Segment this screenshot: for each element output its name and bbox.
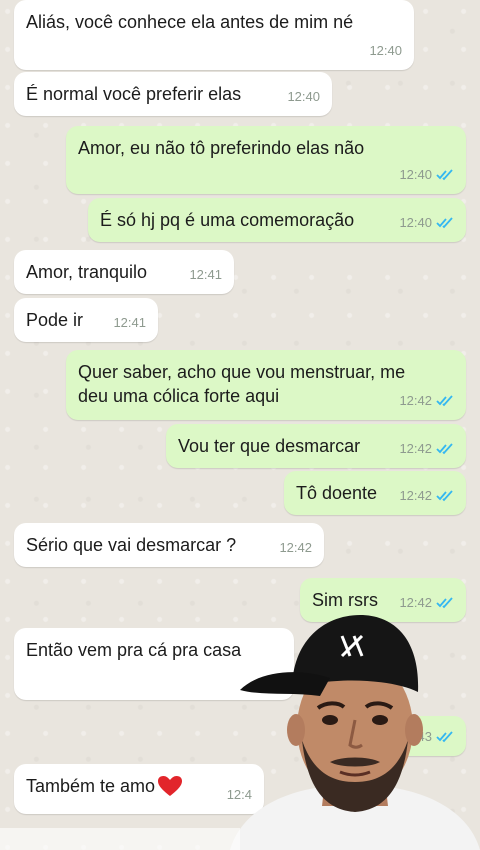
message-text: Sério que vai desmarcar ?	[26, 535, 237, 555]
message-time: 12:40	[369, 43, 402, 58]
presenter-overlay	[230, 615, 480, 850]
message-outgoing[interactable]: Vou ter que desmarcar 12:42	[166, 424, 466, 468]
message-outgoing[interactable]: Amor, eu não tô preferindo elas não 12:4…	[66, 126, 466, 194]
message-meta: 12:40	[399, 211, 454, 235]
message-time: 12:40	[287, 89, 320, 104]
message-incoming[interactable]: Sério que vai desmarcar ? 12:42	[14, 523, 324, 567]
message-meta: 12:42	[279, 536, 312, 560]
message-time: 12:42	[399, 393, 432, 408]
read-check-icon	[436, 217, 453, 229]
message-text: É normal você preferir elas	[26, 84, 242, 104]
heart-icon	[157, 775, 183, 797]
message-text: Também te amo	[26, 776, 156, 796]
bottom-bar	[0, 828, 240, 850]
message-text-line: Quer saber, acho que vou menstruar, me	[78, 362, 406, 382]
message-time: 12:40	[399, 215, 432, 230]
message-incoming[interactable]: É normal você preferir elas 12:40	[14, 72, 332, 116]
read-check-icon	[436, 169, 453, 181]
message-meta: 12:40	[287, 85, 320, 109]
message-outgoing[interactable]: Tô doente 12:42	[284, 471, 466, 515]
message-text: Amor, eu não tô preferindo elas não	[78, 138, 365, 158]
message-meta: 12:42	[399, 389, 454, 413]
message-meta: 12:41	[113, 311, 146, 335]
message-meta: 12:41	[189, 263, 222, 287]
read-check-icon	[436, 490, 453, 502]
message-outgoing[interactable]: É só hj pq é uma comemoração 12:40	[88, 198, 466, 242]
message-time: 12:42	[279, 540, 312, 555]
message-meta: 12:40	[369, 39, 402, 63]
read-check-icon	[436, 597, 453, 609]
message-time: 12:42	[399, 488, 432, 503]
message-text-line: deu uma cólica forte aqui	[78, 386, 280, 406]
message-time: 12:42	[399, 441, 432, 456]
read-check-icon	[436, 443, 453, 455]
message-meta: 12:42	[399, 484, 454, 508]
message-time: 12:41	[113, 315, 146, 330]
message-text: Aliás, você conhece ela antes de mim né	[26, 12, 354, 32]
message-text-row: Também te amo	[26, 774, 252, 798]
message-meta: 12:42	[399, 437, 454, 461]
message-incoming[interactable]: Também te amo 12:4	[14, 764, 264, 814]
message-time: 12:41	[189, 267, 222, 282]
message-incoming[interactable]: Aliás, você conhece ela antes de mim né …	[14, 0, 414, 70]
message-outgoing[interactable]: Quer saber, acho que vou menstruar, me d…	[66, 350, 466, 420]
read-check-icon	[436, 395, 453, 407]
message-incoming[interactable]: Pode ir 12:41	[14, 298, 158, 342]
message-time: 12:40	[399, 167, 432, 182]
message-incoming[interactable]: Amor, tranquilo 12:41	[14, 250, 234, 294]
message-meta: 12:40	[399, 163, 454, 187]
